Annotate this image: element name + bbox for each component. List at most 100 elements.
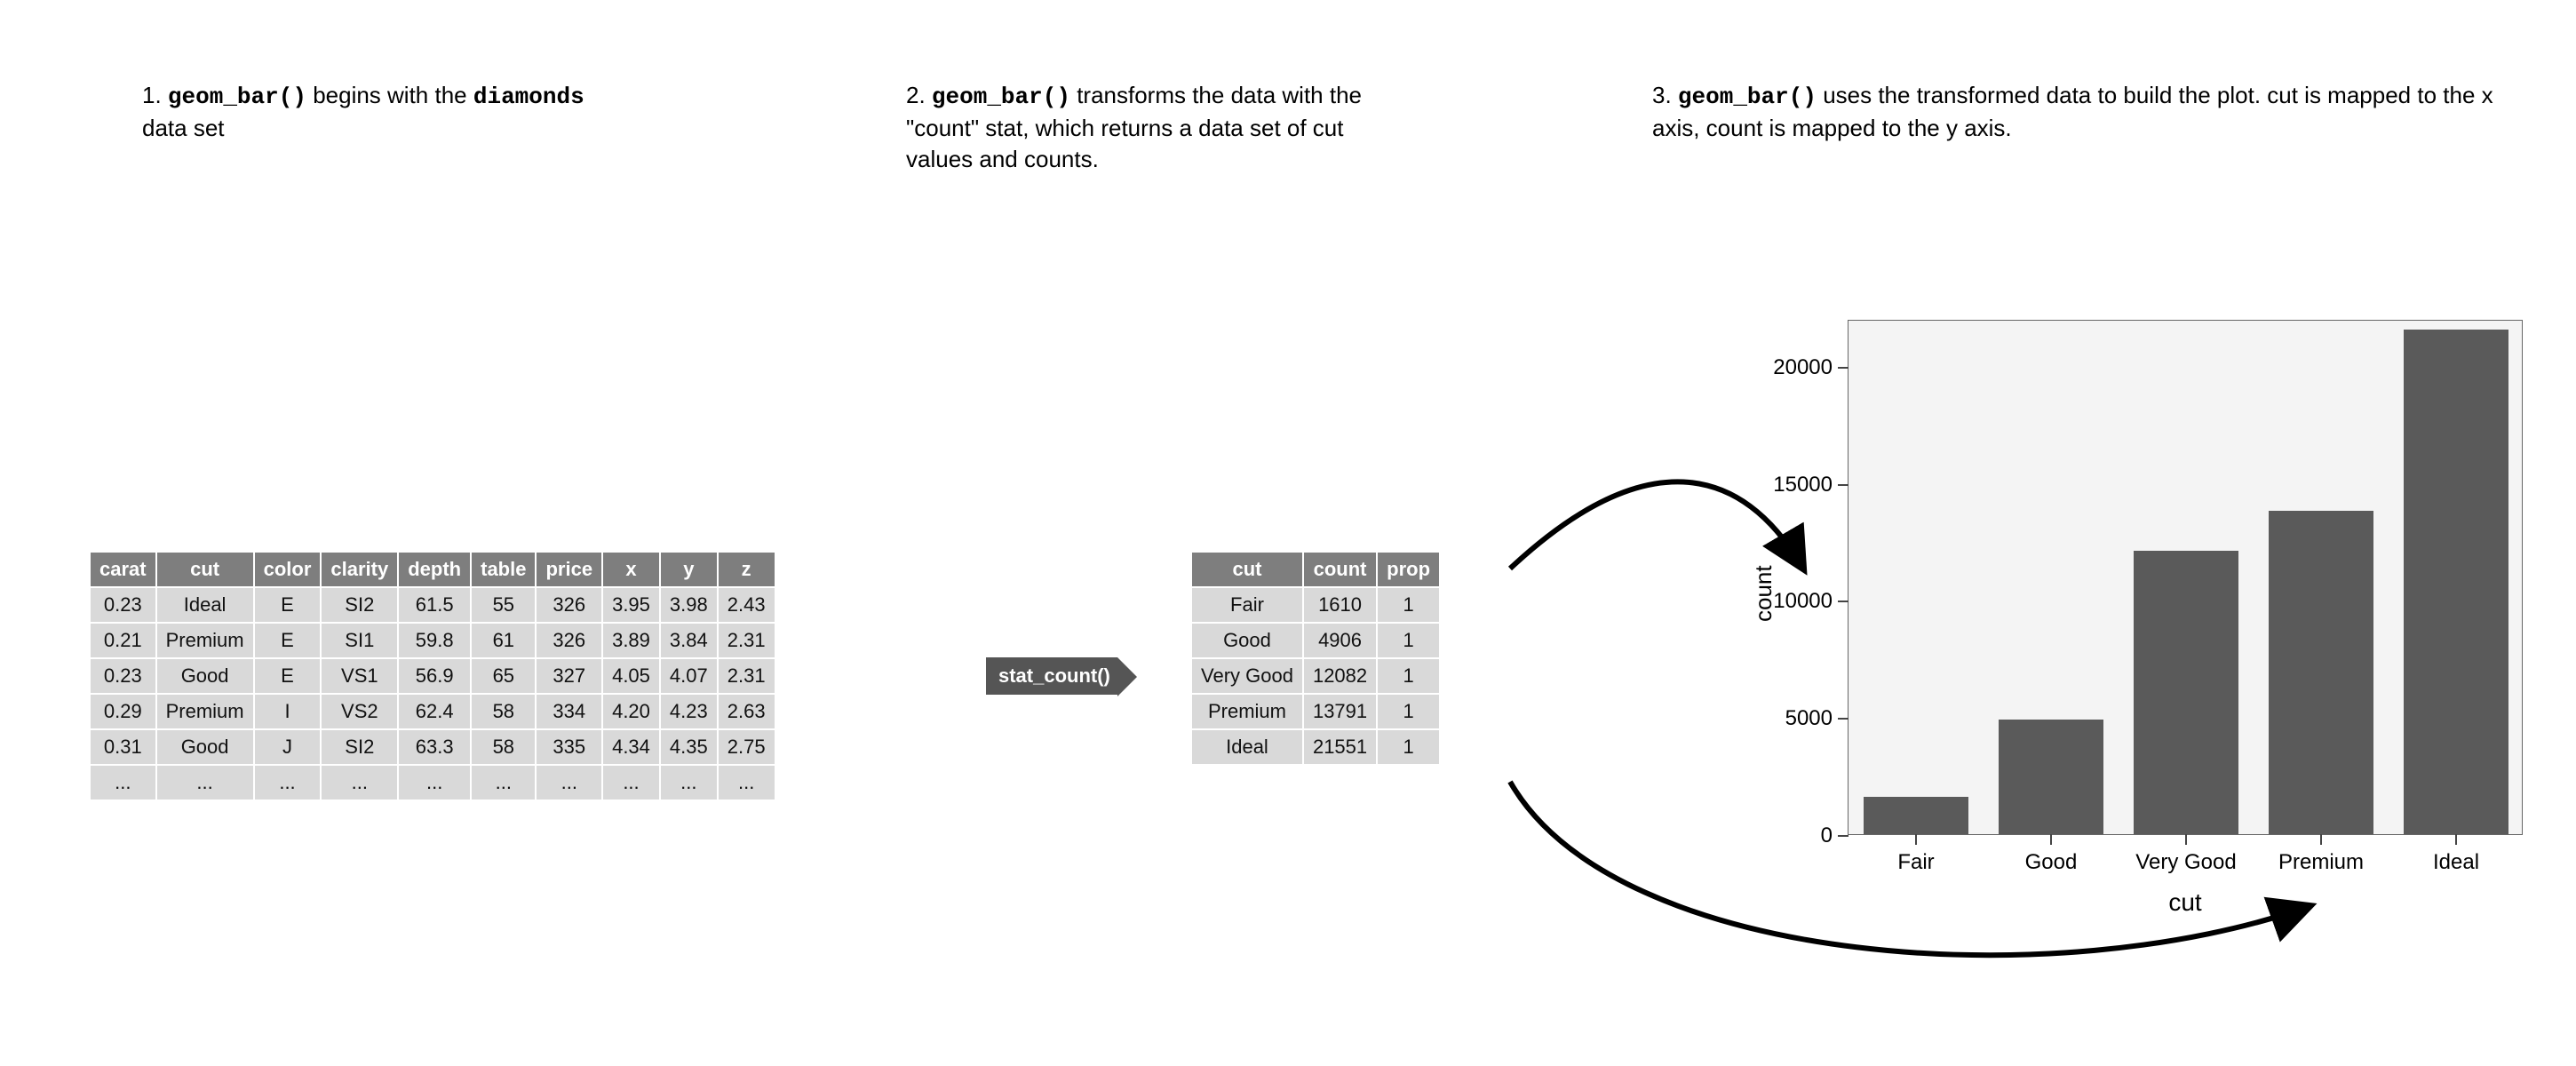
table-header: clarity xyxy=(321,552,398,587)
table-cell: 0.31 xyxy=(90,729,156,765)
x-tick-label: Good xyxy=(2025,850,2078,875)
step-2-caption: 2. geom_bar() transforms the data with t… xyxy=(906,80,1403,175)
bar xyxy=(1999,720,2104,834)
table-row: Fair16101 xyxy=(1191,587,1440,623)
table-cell: 3.89 xyxy=(602,623,660,658)
table-cell: 4.35 xyxy=(660,729,718,765)
table-row: Very Good120821 xyxy=(1191,658,1440,694)
step-3-caption: 3. geom_bar() uses the transformed data … xyxy=(1652,80,2540,144)
bar xyxy=(2269,511,2374,834)
table-cell: 4.34 xyxy=(602,729,660,765)
table-cell: 2.43 xyxy=(718,587,775,623)
bar xyxy=(2134,551,2239,834)
table-header: x xyxy=(602,552,660,587)
table-cell: 335 xyxy=(536,729,602,765)
table-header: color xyxy=(254,552,322,587)
table-cell: Good xyxy=(156,658,254,694)
step-3-code: geom_bar() xyxy=(1678,84,1817,110)
step-3-num: 3. xyxy=(1652,82,1672,108)
table-row: 0.29PremiumIVS262.4583344.204.232.63 xyxy=(90,694,775,729)
table-header: table xyxy=(471,552,536,587)
count-table: cutcountpropFair16101Good49061Very Good1… xyxy=(1190,551,1441,766)
table-cell: 62.4 xyxy=(398,694,471,729)
y-tick-label: 5000 xyxy=(1785,706,1833,731)
table-cell: 61 xyxy=(471,623,536,658)
step-1-tail: data set xyxy=(142,115,225,141)
table-cell: 1 xyxy=(1377,694,1440,729)
step-2-code: geom_bar() xyxy=(932,84,1070,110)
table-row: Ideal215511 xyxy=(1191,729,1440,765)
table-cell: ... xyxy=(660,765,718,800)
table-row: Premium137911 xyxy=(1191,694,1440,729)
table-cell: ... xyxy=(254,765,322,800)
x-axis-label: cut xyxy=(1848,888,2523,917)
step-1-code2: diamonds xyxy=(473,84,584,110)
table-cell: Premium xyxy=(1191,694,1303,729)
y-tick-label: 0 xyxy=(1821,823,1833,848)
table-header: y xyxy=(660,552,718,587)
bar xyxy=(1864,797,1969,834)
table-cell: 2.75 xyxy=(718,729,775,765)
table-cell: 2.63 xyxy=(718,694,775,729)
table-cell: J xyxy=(254,729,322,765)
x-tick-label: Fair xyxy=(1897,850,1934,875)
table-cell: 4906 xyxy=(1303,623,1377,658)
table-cell: 0.21 xyxy=(90,623,156,658)
x-tick-mark xyxy=(1915,834,1917,845)
table-cell: Premium xyxy=(156,623,254,658)
table-cell: 326 xyxy=(536,623,602,658)
table-cell: 326 xyxy=(536,587,602,623)
table-cell: VS1 xyxy=(321,658,398,694)
table-cell: VS2 xyxy=(321,694,398,729)
table-cell: 334 xyxy=(536,694,602,729)
table-cell: 58 xyxy=(471,694,536,729)
step-1-num: 1. xyxy=(142,82,162,108)
x-tick-mark xyxy=(2050,834,2052,845)
stat-count-label: stat_count() xyxy=(998,664,1110,687)
table-cell: 59.8 xyxy=(398,623,471,658)
table-cell: 327 xyxy=(536,658,602,694)
table-cell: 63.3 xyxy=(398,729,471,765)
table-cell: SI2 xyxy=(321,729,398,765)
table-cell: Premium xyxy=(156,694,254,729)
x-tick-label: Ideal xyxy=(2433,850,2479,875)
y-tick-mark xyxy=(1838,484,1849,486)
table-row: 0.23IdealESI261.5553263.953.982.43 xyxy=(90,587,775,623)
table-cell: Fair xyxy=(1191,587,1303,623)
table-cell: ... xyxy=(398,765,471,800)
table-cell: 4.23 xyxy=(660,694,718,729)
diamonds-table: caratcutcolorclaritydepthtablepricexyz0.… xyxy=(89,551,776,801)
table-cell: 56.9 xyxy=(398,658,471,694)
y-tick-mark xyxy=(1838,835,1849,837)
table-cell: 2.31 xyxy=(718,658,775,694)
table-cell: 1610 xyxy=(1303,587,1377,623)
table-cell: 13791 xyxy=(1303,694,1377,729)
table-cell: 1 xyxy=(1377,623,1440,658)
table-cell: ... xyxy=(471,765,536,800)
table-cell: 4.05 xyxy=(602,658,660,694)
x-tick-label: Very Good xyxy=(2135,850,2236,875)
table-header: carat xyxy=(90,552,156,587)
step-2-num: 2. xyxy=(906,82,926,108)
table-cell: 0.23 xyxy=(90,587,156,623)
y-tick-label: 20000 xyxy=(1773,355,1833,380)
table-cell: 3.98 xyxy=(660,587,718,623)
table-cell: Good xyxy=(1191,623,1303,658)
table-cell: Ideal xyxy=(156,587,254,623)
table-header: depth xyxy=(398,552,471,587)
table-cell: SI2 xyxy=(321,587,398,623)
table-cell: Good xyxy=(156,729,254,765)
table-header: count xyxy=(1303,552,1377,587)
table-cell: 4.20 xyxy=(602,694,660,729)
table-header: z xyxy=(718,552,775,587)
table-row: 0.31GoodJSI263.3583354.344.352.75 xyxy=(90,729,775,765)
y-tick-mark xyxy=(1838,601,1849,602)
table-header: cut xyxy=(156,552,254,587)
table-cell: E xyxy=(254,587,322,623)
table-row: Good49061 xyxy=(1191,623,1440,658)
y-tick-label: 10000 xyxy=(1773,589,1833,614)
step-1-caption: 1. geom_bar() begins with the diamonds d… xyxy=(142,80,604,144)
table-cell: ... xyxy=(321,765,398,800)
table-cell: 58 xyxy=(471,729,536,765)
table-cell: ... xyxy=(156,765,254,800)
